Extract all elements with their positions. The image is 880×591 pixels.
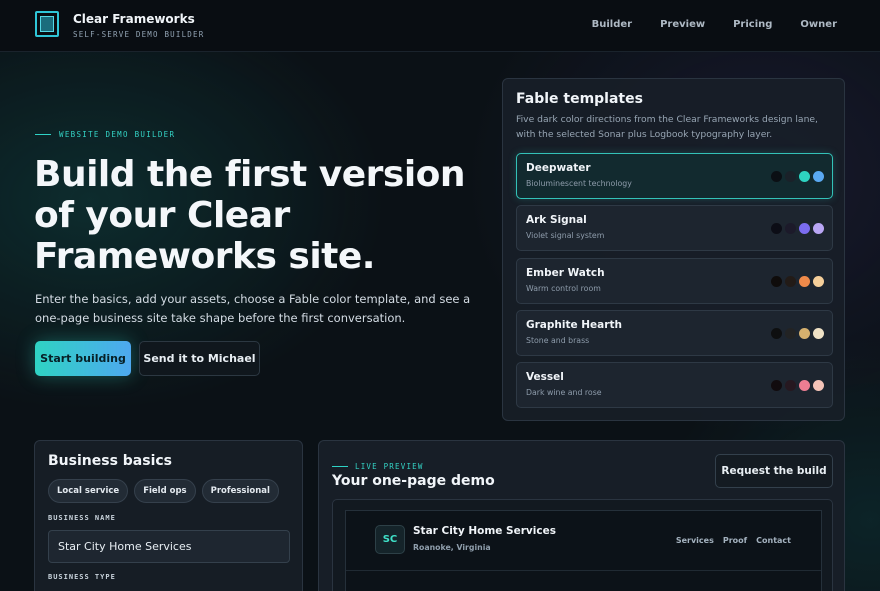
color-swatch — [785, 223, 796, 234]
color-swatch — [813, 328, 824, 339]
chip-local-service[interactable]: Local service — [48, 479, 129, 503]
color-swatch — [771, 171, 782, 182]
color-swatch — [799, 328, 810, 339]
template-name: Deepwater — [526, 162, 591, 174]
color-swatch — [813, 276, 824, 287]
color-swatch — [771, 276, 782, 287]
template-subtitle: Bioluminescent technology — [526, 179, 632, 188]
demo-site: SC Star City Home Services Roanoke, Virg… — [345, 510, 822, 591]
template-card-graphite-hearth[interactable]: Graphite Hearth Stone and brass — [516, 310, 833, 356]
color-swatch — [813, 223, 824, 234]
color-swatch — [785, 276, 796, 287]
templates-title: Fable templates — [516, 91, 643, 107]
business-name-input[interactable] — [48, 530, 290, 563]
hero-eyebrow-text: WEBSITE DEMO BUILDER — [59, 130, 176, 139]
template-swatches — [771, 380, 824, 391]
nav-owner[interactable]: Owner — [800, 19, 837, 30]
demo-site-logo-badge: SC — [375, 525, 405, 554]
nav-builder[interactable]: Builder — [592, 19, 632, 30]
color-swatch — [799, 171, 810, 182]
template-card-vessel[interactable]: Vessel Dark wine and rose — [516, 362, 833, 408]
color-swatch — [813, 380, 824, 391]
hero-title: Build the first version of your Clear Fr… — [34, 154, 466, 277]
template-swatches — [771, 276, 824, 287]
template-card-ember-watch[interactable]: Ember Watch Warm control room — [516, 258, 833, 304]
template-name: Graphite Hearth — [526, 319, 622, 331]
demo-site-location: Roanoke, Virginia — [413, 543, 491, 552]
template-swatches — [771, 328, 824, 339]
color-swatch — [771, 328, 782, 339]
chip-professional[interactable]: Professional — [201, 479, 279, 503]
color-swatch — [785, 380, 796, 391]
business-type-label: BUSINESS TYPE — [48, 573, 116, 581]
top-bar: Clear Frameworks SELF-SERVE DEMO BUILDER… — [0, 0, 880, 52]
logo-icon[interactable] — [35, 11, 61, 39]
start-building-button[interactable]: Start building — [35, 341, 131, 376]
hero-eyebrow: WEBSITE DEMO BUILDER — [35, 130, 175, 139]
business-category-chips: Local service Field ops Professional — [48, 479, 279, 503]
business-basics-panel: Business basics Local service Field ops … — [34, 440, 303, 591]
brand-subtitle: SELF-SERVE DEMO BUILDER — [73, 30, 205, 39]
color-swatch — [799, 223, 810, 234]
brand-name[interactable]: Clear Frameworks — [73, 12, 195, 26]
demo-nav-contact[interactable]: Contact — [756, 536, 791, 545]
main-nav: Builder Preview Pricing Owner — [592, 19, 837, 30]
color-swatch — [771, 223, 782, 234]
chip-field-ops[interactable]: Field ops — [134, 479, 196, 503]
business-basics-title: Business basics — [48, 453, 173, 469]
demo-site-nav: Services Proof Contact — [676, 536, 791, 545]
demo-nav-proof[interactable]: Proof — [723, 536, 747, 545]
preview-eyebrow-text: LIVE PREVIEW — [355, 462, 424, 471]
hero-description: Enter the basics, add your assets, choos… — [35, 292, 471, 325]
template-subtitle: Stone and brass — [526, 336, 590, 345]
nav-preview[interactable]: Preview — [660, 19, 705, 30]
business-name-label: BUSINESS NAME — [48, 514, 116, 522]
color-swatch — [785, 328, 796, 339]
request-build-button[interactable]: Request the build — [715, 454, 833, 488]
template-swatches — [771, 171, 824, 182]
template-subtitle: Dark wine and rose — [526, 388, 602, 397]
eyebrow-dash — [35, 133, 51, 136]
template-subtitle: Violet signal system — [526, 231, 605, 240]
demo-site-header: SC Star City Home Services Roanoke, Virg… — [346, 511, 821, 571]
send-to-michael-button[interactable]: Send it to Michael — [139, 341, 260, 376]
nav-pricing[interactable]: Pricing — [733, 19, 772, 30]
template-name: Ember Watch — [526, 267, 605, 279]
color-swatch — [799, 276, 810, 287]
color-swatch — [785, 171, 796, 182]
color-swatch — [799, 380, 810, 391]
demo-nav-services[interactable]: Services — [676, 536, 714, 545]
color-swatch — [813, 171, 824, 182]
template-name: Vessel — [526, 371, 564, 383]
template-card-ark-signal[interactable]: Ark Signal Violet signal system — [516, 205, 833, 251]
color-swatch — [771, 380, 782, 391]
preview-eyebrow: LIVE PREVIEW — [332, 462, 424, 471]
template-swatches — [771, 223, 824, 234]
live-preview-panel: LIVE PREVIEW Your one-page demo Request … — [318, 440, 845, 591]
template-subtitle: Warm control room — [526, 284, 601, 293]
preview-title: Your one-page demo — [332, 473, 495, 489]
demo-site-name: Star City Home Services — [413, 525, 556, 537]
template-card-deepwater[interactable]: Deepwater Bioluminescent technology — [516, 153, 833, 199]
templates-panel: Fable templates Five dark color directio… — [502, 78, 845, 421]
preview-frame: SC Star City Home Services Roanoke, Virg… — [332, 499, 833, 591]
template-name: Ark Signal — [526, 214, 587, 226]
eyebrow-dash — [332, 465, 348, 468]
templates-description: Five dark color directions from the Clea… — [516, 114, 818, 140]
